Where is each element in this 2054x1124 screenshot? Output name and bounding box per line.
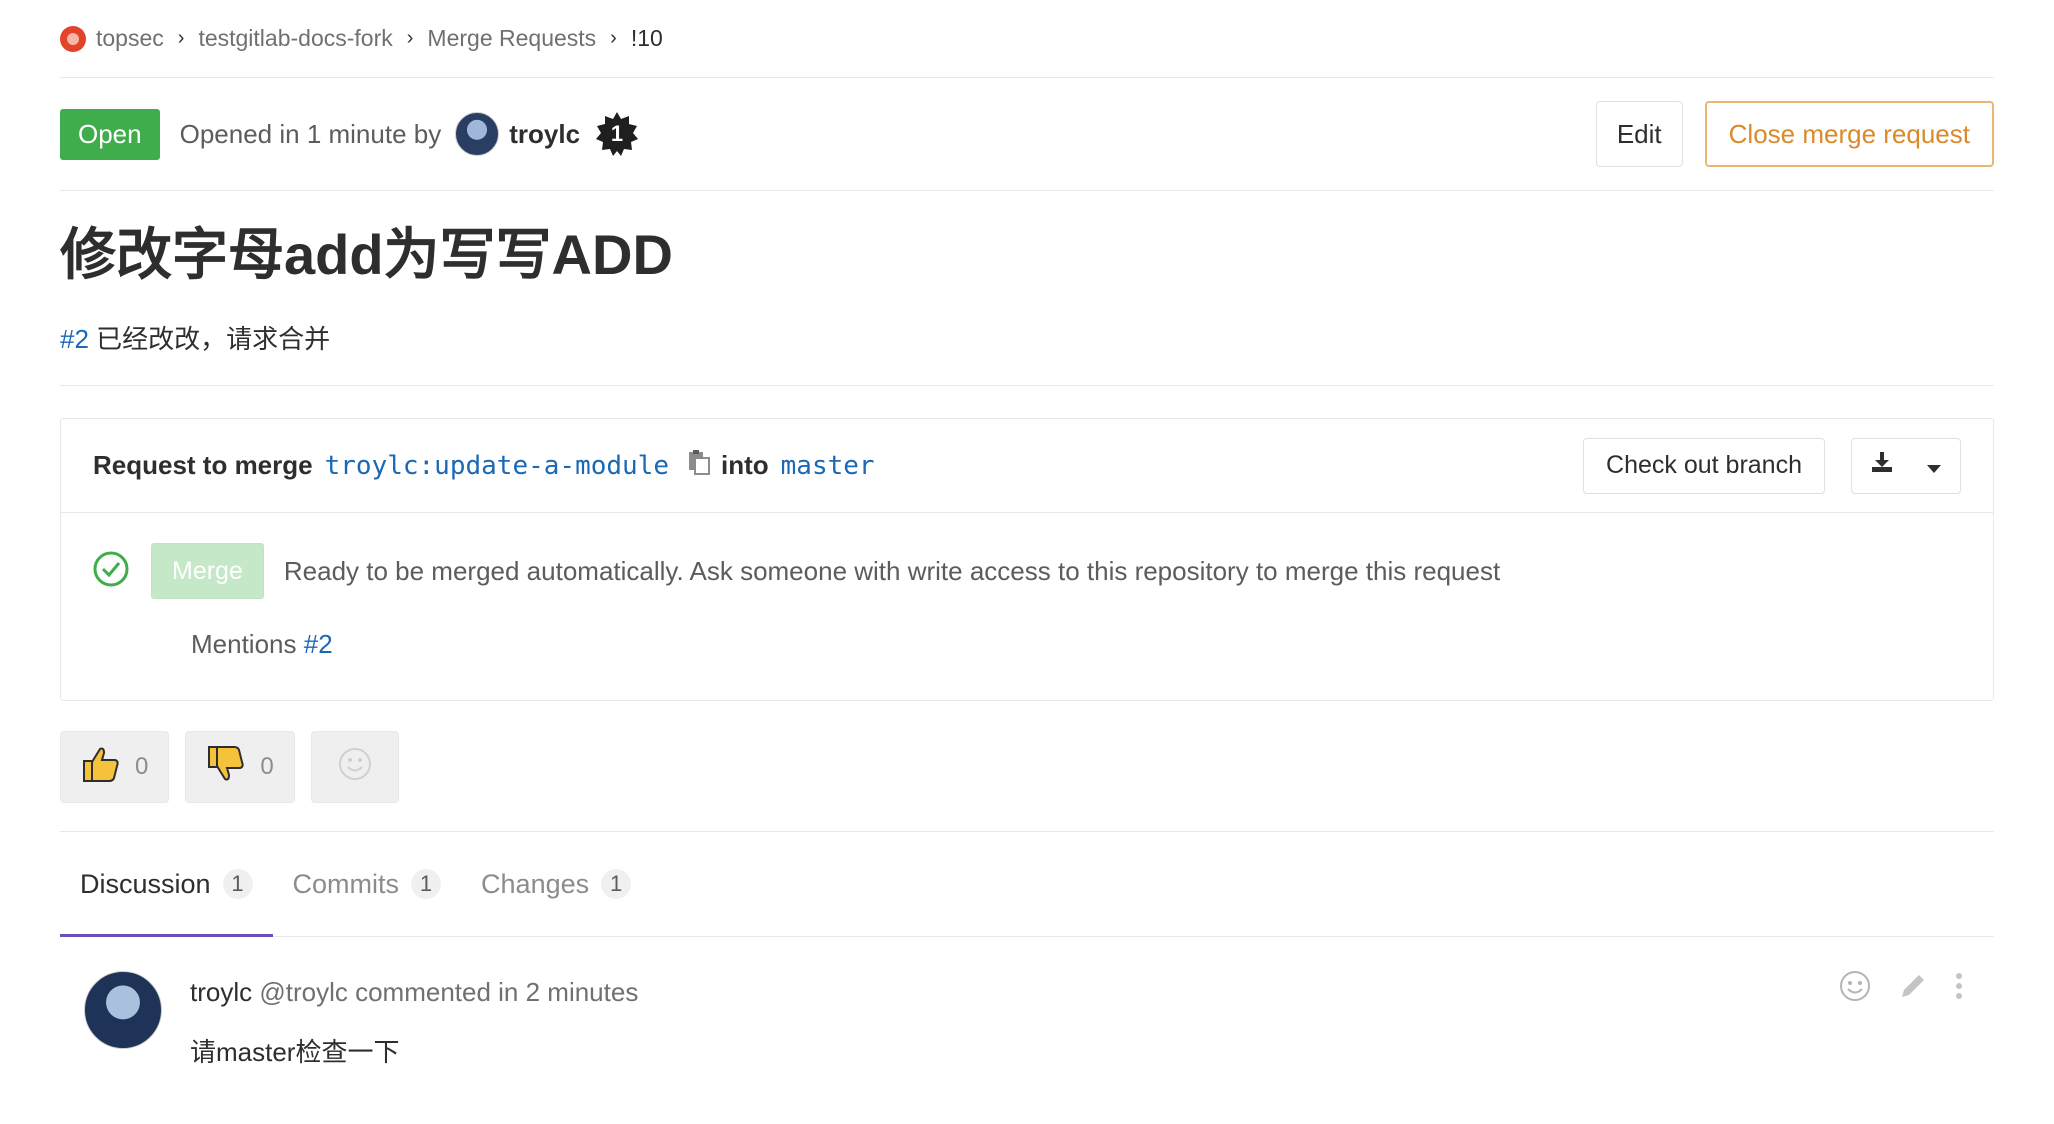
tab-label: Discussion [80, 868, 211, 899]
discussion-note: troylc @troylc commented in 2 minutes 请m… [60, 937, 1994, 1069]
tab-discussion[interactable]: Discussion 1 [60, 832, 273, 937]
badge-number: 1 [610, 121, 624, 146]
note-body: 请master检查一下 [190, 1037, 400, 1067]
opened-text: Opened in 1 minute by [179, 118, 442, 149]
thumbs-up-award-button[interactable]: 0 [60, 731, 170, 803]
copy-branch-icon[interactable] [687, 449, 711, 482]
divider [60, 385, 1994, 386]
thumbs-up-count: 0 [135, 753, 149, 780]
status-badge: Open [60, 108, 160, 160]
mr-tabs: Discussion 1 Commits 1 Changes 1 [60, 831, 1994, 937]
merge-button[interactable]: Merge [151, 543, 264, 599]
tab-label: Commits [292, 868, 400, 899]
tab-count: 1 [222, 869, 253, 899]
mentions-issue-link[interactable]: #2 [304, 629, 333, 659]
chevron-down-icon [1926, 450, 1942, 481]
target-branch-link[interactable]: master [781, 451, 875, 481]
download-icon [1870, 450, 1894, 481]
breadcrumb-group-label[interactable]: topsec [96, 25, 164, 52]
tab-changes[interactable]: Changes 1 [461, 832, 651, 936]
chevron-right-icon: › [406, 27, 414, 49]
mentions: Mentions #2 [191, 629, 1961, 660]
author-avatar[interactable] [455, 112, 500, 156]
award-emoji-bar: 0 0 [60, 731, 1994, 803]
group-avatar-icon [60, 25, 86, 52]
thumbs-down-count: 0 [260, 753, 274, 780]
merge-widget-body: Merge Ready to be merged automatically. … [61, 513, 1993, 700]
tab-count: 1 [601, 869, 632, 899]
note-author-name[interactable]: troylc [190, 977, 252, 1007]
breadcrumb-project[interactable]: testgitlab-docs-fork [198, 25, 392, 52]
issue-reference-link[interactable]: #2 [60, 324, 89, 354]
thumbs-down-icon [206, 744, 246, 791]
description-text: 已经改改，请求合并 [88, 324, 331, 354]
chevron-right-icon: › [610, 27, 617, 49]
mr-status-header: Open Opened in 1 minute by troylc 1 Edit… [60, 78, 1994, 191]
tab-label: Changes [481, 868, 590, 899]
check-out-branch-button[interactable]: Check out branch [1583, 437, 1825, 494]
merge-request-page: topsec › testgitlab-docs-fork › Merge Re… [0, 0, 2054, 1124]
source-branch-link[interactable]: troylc:update-a-module [325, 451, 669, 481]
check-circle-icon [93, 551, 129, 592]
download-dropdown-button[interactable] [1851, 437, 1961, 494]
more-actions-icon[interactable] [1954, 971, 1964, 1001]
note-meta: @troylc commented in 2 minutes [252, 977, 639, 1007]
smiley-icon [338, 747, 372, 788]
page-title: 修改字母add为写写ADD [60, 223, 673, 286]
tab-count: 1 [411, 869, 442, 899]
edit-pencil-icon[interactable] [1898, 971, 1928, 1001]
breadcrumb-mr-id[interactable]: !10 [631, 25, 663, 52]
add-reaction-button[interactable] [310, 731, 399, 803]
breadcrumb: topsec › testgitlab-docs-fork › Merge Re… [60, 0, 1994, 78]
breadcrumb-group[interactable]: topsec [60, 25, 164, 52]
edit-button[interactable]: Edit [1595, 101, 1683, 167]
merge-widget: Request to merge troylc:update-a-module … [60, 418, 1994, 701]
merge-widget-header: Request to merge troylc:update-a-module … [61, 419, 1993, 513]
mr-description: #2 已经改改，请求合并 [60, 319, 1994, 359]
into-label: into [720, 450, 769, 480]
note-actions [1812, 969, 1964, 1003]
mentions-label: Mentions [191, 629, 297, 659]
tab-commits[interactable]: Commits 1 [273, 832, 462, 936]
avatar[interactable] [84, 971, 162, 1049]
chevron-right-icon: › [177, 27, 185, 49]
breadcrumb-merge-requests[interactable]: Merge Requests [427, 25, 596, 52]
first-contribution-badge-icon: 1 [594, 111, 640, 157]
thumbs-up-icon [81, 744, 121, 791]
close-merge-request-button[interactable]: Close merge request [1704, 101, 1994, 167]
add-reaction-icon[interactable] [1838, 969, 1872, 1003]
thumbs-down-award-button[interactable]: 0 [185, 731, 295, 803]
request-to-merge-label: Request to merge [93, 450, 313, 480]
author-name[interactable]: troylc [509, 119, 580, 150]
note-header: troylc @troylc commented in 2 minutes [190, 977, 638, 1008]
ready-to-merge-text: Ready to be merged automatically. Ask so… [283, 555, 1501, 586]
